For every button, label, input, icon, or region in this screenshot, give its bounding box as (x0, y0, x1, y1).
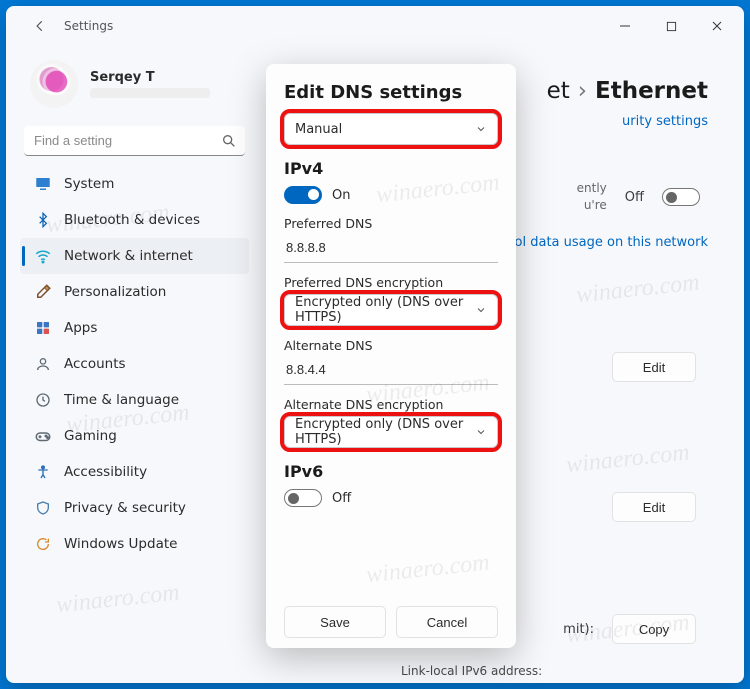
sidebar-item-label: System (64, 176, 114, 192)
copy-button[interactable]: Copy (612, 614, 696, 644)
metered-state: Off (625, 190, 644, 205)
shield-icon (34, 499, 52, 517)
sidebar-item-label: Apps (64, 320, 97, 336)
update-icon (34, 535, 52, 553)
preferred-dns-encryption-value: Encrypted only (DNS over HTTPS) (295, 295, 475, 325)
sidebar-item-label: Time & language (64, 392, 179, 408)
bluetooth-icon (34, 211, 52, 229)
sidebar-item-personalization[interactable]: Personalization (20, 274, 249, 310)
nav: System Bluetooth & devices Network & int… (20, 166, 249, 562)
chevron-down-icon (475, 304, 487, 316)
profile-name: Serqey T (90, 70, 210, 85)
preferred-dns-encryption-select[interactable]: Encrypted only (DNS over HTTPS) (284, 294, 498, 326)
apps-icon (34, 319, 52, 337)
ipv6-toggle[interactable] (284, 489, 322, 507)
ipv6-heading: IPv6 (284, 462, 498, 481)
sidebar-item-privacy[interactable]: Privacy & security (20, 490, 249, 526)
sidebar: Serqey T System Bluetooth & devices (6, 46, 261, 683)
ipv4-toggle[interactable] (284, 186, 322, 204)
chevron-down-icon (475, 426, 487, 438)
breadcrumb-prev[interactable]: et (547, 78, 570, 104)
link-speed-label-fragment: mit): (563, 622, 594, 637)
sidebar-item-gaming[interactable]: Gaming (20, 418, 249, 454)
alternate-dns-input[interactable] (284, 355, 498, 385)
ipv6-state: Off (332, 491, 351, 506)
ipv4-state: On (332, 188, 350, 203)
chevron-down-icon (475, 123, 487, 135)
wifi-icon (34, 247, 52, 265)
person-icon (34, 355, 52, 373)
save-button[interactable]: Save (284, 606, 386, 638)
titlebar: Settings (6, 6, 744, 46)
sidebar-item-accessibility[interactable]: Accessibility (20, 454, 249, 490)
metered-desc-line2: u're (577, 197, 607, 214)
preferred-dns-input[interactable] (284, 233, 498, 263)
alternate-dns-encryption-value: Encrypted only (DNS over HTTPS) (295, 417, 475, 447)
close-icon (711, 20, 723, 32)
metered-toggle[interactable] (662, 188, 700, 206)
metered-desc-line1: ently (577, 180, 607, 197)
breadcrumb-current: Ethernet (595, 78, 708, 104)
search-wrap (24, 126, 245, 156)
sidebar-item-label: Gaming (64, 428, 117, 444)
cancel-button[interactable]: Cancel (396, 606, 498, 638)
search-input[interactable] (24, 126, 245, 156)
settings-window: Settings Serqey T (6, 6, 744, 683)
search-icon (221, 133, 237, 149)
dns-mode-value: Manual (295, 122, 342, 137)
sidebar-item-apps[interactable]: Apps (20, 310, 249, 346)
preferred-dns-encryption-label: Preferred DNS encryption (284, 275, 498, 290)
alternate-dns-encryption-label: Alternate DNS encryption (284, 397, 498, 412)
sidebar-item-bluetooth[interactable]: Bluetooth & devices (20, 202, 249, 238)
sidebar-item-label: Network & internet (64, 248, 193, 264)
close-button[interactable] (694, 11, 740, 41)
sidebar-item-label: Privacy & security (64, 500, 186, 516)
gamepad-icon (34, 427, 52, 445)
sidebar-item-windows-update[interactable]: Windows Update (20, 526, 249, 562)
sidebar-item-label: Bluetooth & devices (64, 212, 200, 228)
preferred-dns-label: Preferred DNS (284, 216, 498, 231)
dns-mode-select[interactable]: Manual (284, 113, 498, 145)
maximize-icon (666, 21, 677, 32)
back-button[interactable] (26, 12, 54, 40)
sidebar-item-accounts[interactable]: Accounts (20, 346, 249, 382)
profile-block[interactable]: Serqey T (20, 52, 249, 122)
brush-icon (34, 283, 52, 301)
arrow-left-icon (33, 19, 47, 33)
dns-assignment-edit-button[interactable]: Edit (612, 492, 696, 522)
dialog-title: Edit DNS settings (284, 82, 498, 103)
minimize-button[interactable] (602, 11, 648, 41)
profile-email (90, 88, 210, 98)
window-title: Settings (64, 19, 113, 33)
ipv6-address-label: Link-local IPv6 address: (401, 664, 708, 678)
sidebar-item-time-language[interactable]: Time & language (20, 382, 249, 418)
alternate-dns-label: Alternate DNS (284, 338, 498, 353)
minimize-icon (619, 20, 631, 32)
sidebar-item-label: Accounts (64, 356, 126, 372)
system-icon (34, 175, 52, 193)
security-settings-link[interactable]: urity settings (622, 114, 708, 129)
sidebar-item-system[interactable]: System (20, 166, 249, 202)
avatar (30, 60, 78, 108)
ipv4-heading: IPv4 (284, 159, 498, 178)
data-usage-link[interactable]: trol data usage on this network (504, 235, 708, 250)
sidebar-item-label: Accessibility (64, 464, 147, 480)
ipv6-address-value: fe80::941f:b7d0:4b64:c394%5 (401, 682, 708, 683)
sidebar-item-label: Windows Update (64, 536, 177, 552)
accessibility-icon (34, 463, 52, 481)
edit-dns-dialog: Edit DNS settings Manual IPv4 On Preferr… (266, 64, 516, 648)
chevron-right-icon: › (578, 78, 587, 104)
sidebar-item-label: Personalization (64, 284, 166, 300)
alternate-dns-encryption-select[interactable]: Encrypted only (DNS over HTTPS) (284, 416, 498, 448)
clock-icon (34, 391, 52, 409)
sidebar-item-network[interactable]: Network & internet (20, 238, 249, 274)
ip-assignment-edit-button[interactable]: Edit (612, 352, 696, 382)
maximize-button[interactable] (648, 11, 694, 41)
